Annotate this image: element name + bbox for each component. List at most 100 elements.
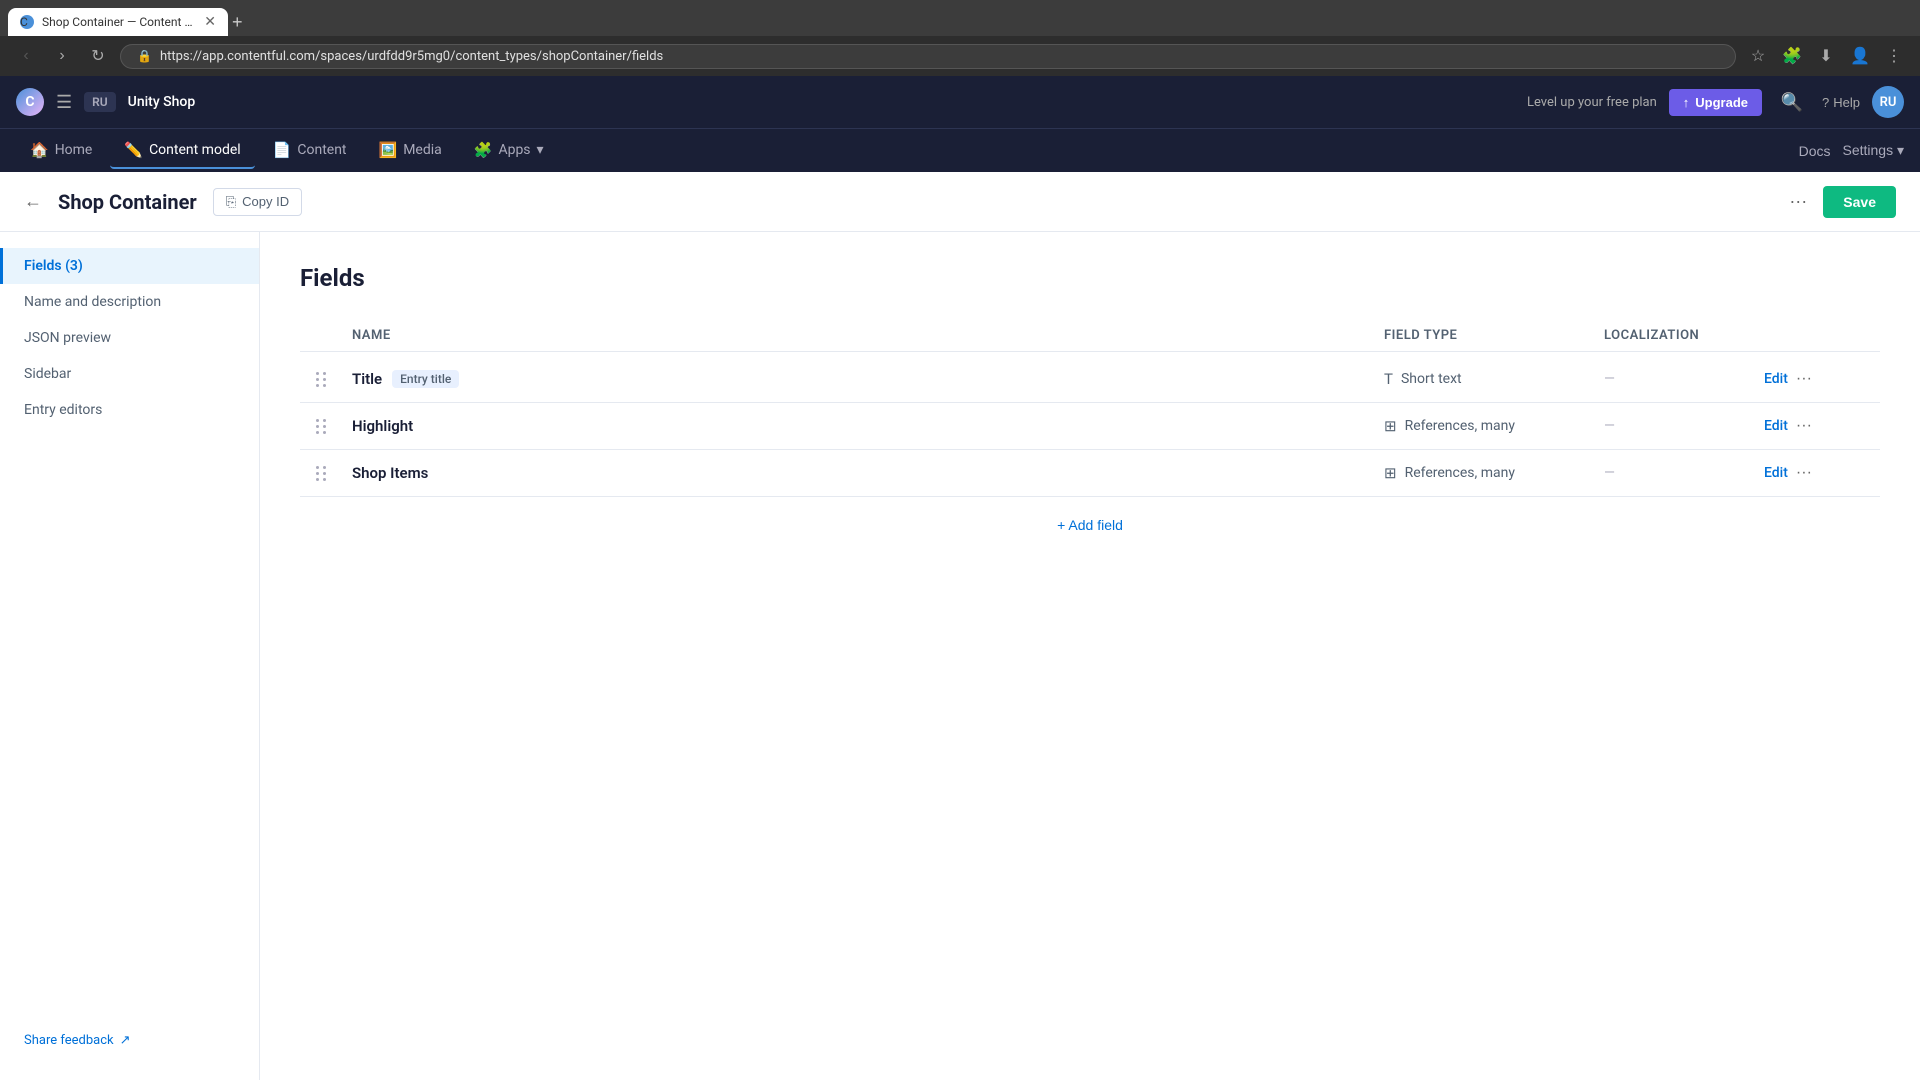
browser-tab-bar: C Shop Container — Content Mo... ✕ + — [0, 0, 1920, 36]
field-actions-title: Edit ··· — [1764, 370, 1864, 388]
sidebar-item-json-preview[interactable]: JSON preview — [0, 320, 259, 356]
nav-item-content[interactable]: 📄 Content — [259, 133, 361, 169]
more-options-highlight-button[interactable]: ··· — [1796, 417, 1812, 435]
field-actions-shop-items: Edit ··· — [1764, 464, 1864, 482]
field-name-cell-shop-items: Shop Items — [352, 464, 1384, 482]
share-feedback-label: Share feedback — [24, 1033, 114, 1048]
sidebar-item-fields-label: Fields (3) — [24, 258, 83, 274]
help-button[interactable]: ? Help — [1822, 95, 1860, 110]
extensions-button[interactable]: 🧩 — [1778, 42, 1806, 70]
new-tab-button[interactable]: + — [232, 13, 243, 31]
download-button[interactable]: ⬇ — [1812, 42, 1840, 70]
col-header-name: Name — [352, 328, 1384, 343]
bookmark-button[interactable]: ☆ — [1744, 42, 1772, 70]
back-button[interactable]: ← — [24, 191, 42, 212]
more-options-title-button[interactable]: ··· — [1796, 370, 1812, 388]
nav-items: 🏠 Home ✏️ Content model 📄 Content 🖼️ Med… — [16, 133, 558, 169]
field-name-shop-items: Shop Items — [352, 464, 428, 482]
field-type-shop-items: References, many — [1405, 465, 1515, 481]
menu-button[interactable]: ⋮ — [1880, 42, 1908, 70]
field-type-cell-shop-items: ⊞ References, many — [1384, 464, 1604, 482]
profile-button[interactable]: 👤 — [1846, 42, 1874, 70]
workspace-name: Unity Shop — [128, 94, 196, 110]
more-options-shop-items-button[interactable]: ··· — [1796, 464, 1812, 482]
references-icon-shop-items: ⊞ — [1384, 464, 1397, 482]
share-feedback-link[interactable]: Share feedback ↗ — [24, 1033, 235, 1048]
drag-handle-shop-items[interactable] — [316, 466, 352, 481]
nav-item-media-label: Media — [403, 142, 442, 158]
field-badge-title: Entry title — [392, 370, 459, 388]
sidebar-item-entry-editors[interactable]: Entry editors — [0, 392, 259, 428]
drag-handle-title[interactable] — [316, 372, 352, 387]
field-name-highlight: Highlight — [352, 417, 413, 435]
media-icon: 🖼️ — [379, 141, 398, 159]
browser-actions: ☆ 🧩 ⬇ 👤 ⋮ — [1744, 42, 1908, 70]
browser-tab-active[interactable]: C Shop Container — Content Mo... ✕ — [8, 8, 228, 36]
field-row-highlight: Highlight ⊞ References, many — Edit ··· — [300, 403, 1880, 450]
field-localization-highlight: — — [1604, 418, 1764, 434]
help-icon: ? — [1822, 95, 1829, 110]
sidebar-bottom: Share feedback ↗ — [0, 1017, 259, 1064]
content-model-icon: ✏️ — [124, 141, 143, 159]
copy-id-button[interactable]: ⎘ Copy ID — [213, 188, 302, 216]
apps-icon: 🧩 — [474, 141, 493, 159]
references-icon-highlight: ⊞ — [1384, 417, 1397, 435]
fields-table-header: Name Field Type Localization — [300, 320, 1880, 352]
sidebar-item-fields[interactable]: Fields (3) — [0, 248, 259, 284]
field-name-cell-highlight: Highlight — [352, 417, 1384, 435]
add-field-button[interactable]: + Add field — [1057, 517, 1123, 533]
back-nav-button[interactable]: ‹ — [12, 42, 40, 70]
nav-item-content-model[interactable]: ✏️ Content model — [110, 133, 254, 169]
settings-button[interactable]: Settings ▾ — [1842, 142, 1904, 159]
drag-grid-icon — [316, 466, 327, 481]
search-button[interactable]: 🔍 — [1774, 84, 1810, 120]
add-field-row: + Add field — [300, 497, 1880, 553]
edit-highlight-link[interactable]: Edit — [1764, 418, 1788, 434]
field-type-cell-highlight: ⊞ References, many — [1384, 417, 1604, 435]
level-up-text: Level up your free plan — [1527, 95, 1657, 110]
main-layout: Fields (3) Name and description JSON pre… — [0, 232, 1920, 1080]
tab-close-button[interactable]: ✕ — [204, 14, 216, 30]
sidebar-item-name-description[interactable]: Name and description — [0, 284, 259, 320]
url-text: https://app.contentful.com/spaces/urdfdd… — [160, 49, 663, 64]
drag-handle-highlight[interactable] — [316, 419, 352, 434]
avatar[interactable]: RU — [1872, 86, 1904, 118]
fields-section-title: Fields — [300, 264, 1880, 292]
workspace-badge: RU — [84, 92, 116, 112]
short-text-icon: T — [1384, 370, 1393, 388]
page-title: Shop Container — [58, 190, 197, 214]
field-name-title: Title — [352, 370, 382, 388]
field-localization-shop-items: — — [1604, 465, 1764, 481]
nav-item-media[interactable]: 🖼️ Media — [365, 133, 456, 169]
sidebar-item-json-preview-label: JSON preview — [24, 330, 111, 346]
edit-shop-items-link[interactable]: Edit — [1764, 465, 1788, 481]
nav-right: Docs Settings ▾ — [1799, 142, 1904, 159]
col-header-localization: Localization — [1604, 328, 1764, 343]
docs-button[interactable]: Docs — [1799, 143, 1831, 159]
copy-id-label: Copy ID — [242, 194, 289, 209]
content-area: Fields Name Field Type Localization Titl… — [260, 232, 1920, 1080]
app-topbar: C ☰ RU Unity Shop Level up your free pla… — [0, 76, 1920, 128]
edit-title-link[interactable]: Edit — [1764, 371, 1788, 387]
nav-item-home-label: Home — [55, 142, 93, 158]
content-icon: 📄 — [273, 141, 292, 159]
field-row-title: Title Entry title T Short text — Edit ··… — [300, 356, 1880, 403]
nav-item-home[interactable]: 🏠 Home — [16, 133, 106, 169]
upgrade-label: Upgrade — [1695, 95, 1748, 110]
sidebar-item-sidebar[interactable]: Sidebar — [0, 356, 259, 392]
sidebar-item-name-description-label: Name and description — [24, 294, 161, 310]
field-type-highlight: References, many — [1405, 418, 1515, 434]
sidebar-item-sidebar-label: Sidebar — [24, 366, 71, 382]
more-options-header-button[interactable]: ··· — [1789, 191, 1807, 212]
upgrade-button[interactable]: ↑ Upgrade — [1669, 89, 1762, 116]
nav-item-content-model-label: Content model — [149, 142, 241, 158]
field-localization-title: — — [1604, 371, 1764, 387]
field-name-cell-title: Title Entry title — [352, 370, 1384, 388]
lock-icon: 🔒 — [137, 49, 152, 63]
nav-item-apps[interactable]: 🧩 Apps ▾ — [460, 133, 558, 169]
save-button[interactable]: Save — [1823, 186, 1896, 218]
address-bar[interactable]: 🔒 https://app.contentful.com/spaces/urdf… — [120, 44, 1736, 69]
reload-button[interactable]: ↻ — [84, 42, 112, 70]
hamburger-button[interactable]: ☰ — [56, 92, 72, 113]
forward-nav-button[interactable]: › — [48, 42, 76, 70]
